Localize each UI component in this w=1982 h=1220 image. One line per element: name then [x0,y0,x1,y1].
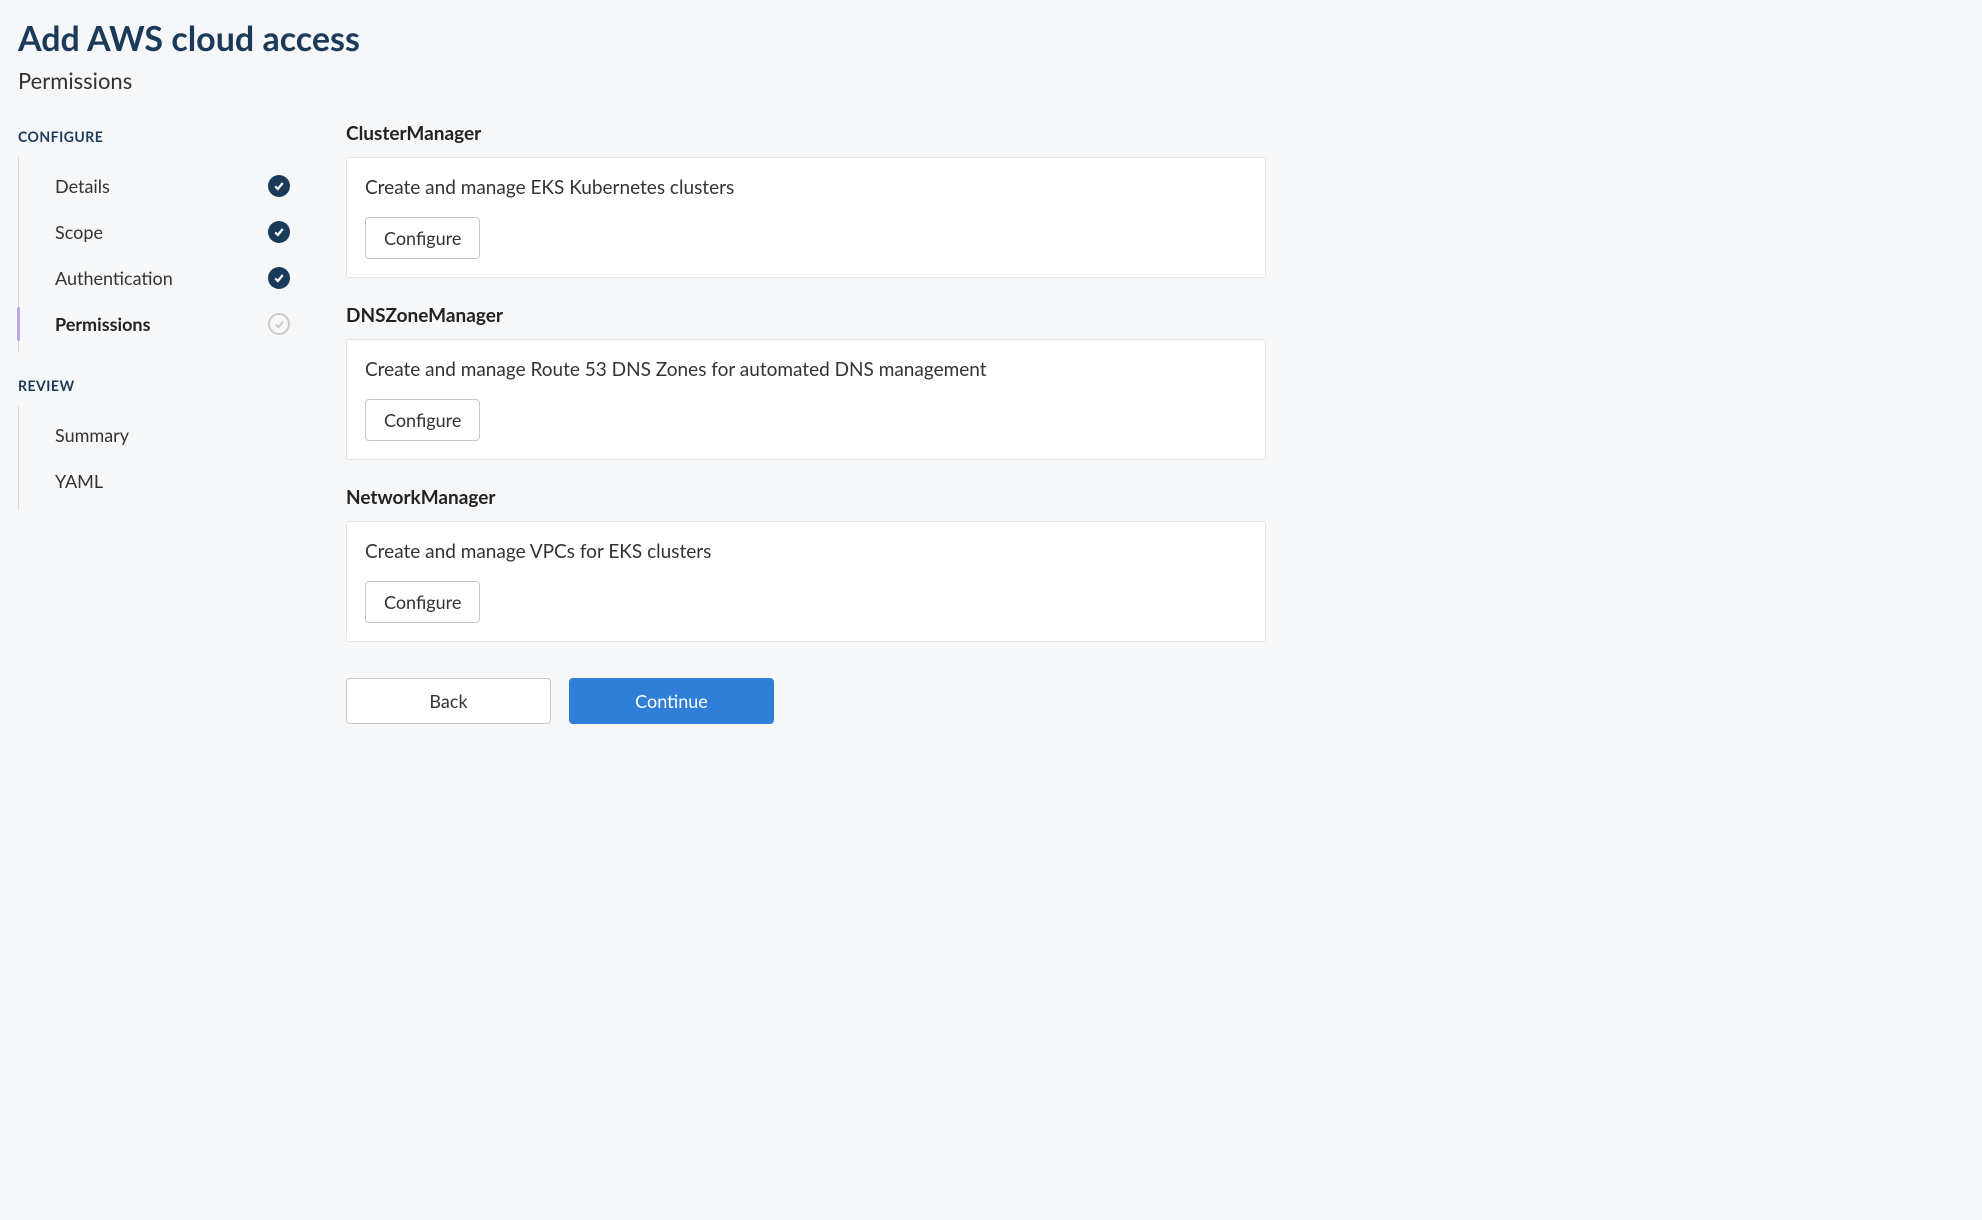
nav-group-review: Summary YAML [18,406,298,510]
continue-button[interactable]: Continue [569,678,774,724]
permission-clustermanager: ClusterManager Create and manage EKS Kub… [346,122,1266,278]
permission-networkmanager: NetworkManager Create and manage VPCs fo… [346,486,1266,642]
nav-group-configure: Details Scope Authentication Permissions [18,157,298,353]
permission-description: Create and manage Route 53 DNS Zones for… [365,358,1247,381]
nav-item-label: YAML [55,470,103,492]
nav-item-summary[interactable]: Summary [19,412,298,458]
permission-title: DNSZoneManager [346,304,1266,327]
configure-button[interactable]: Configure [365,217,480,259]
wizard-footer: Back Continue [346,678,1266,724]
permission-card: Create and manage VPCs for EKS clusters … [346,521,1266,642]
configure-button[interactable]: Configure [365,399,480,441]
nav-item-scope[interactable]: Scope [19,209,298,255]
nav-item-label: Summary [55,424,129,446]
check-icon [268,221,290,243]
sidebar-section-review: REVIEW [18,377,298,394]
back-button[interactable]: Back [346,678,551,724]
nav-item-label: Permissions [55,313,151,335]
permission-card: Create and manage Route 53 DNS Zones for… [346,339,1266,460]
permission-title: ClusterManager [346,122,1266,145]
check-outline-icon [268,313,290,335]
nav-item-label: Authentication [55,267,173,289]
sidebar-section-configure: CONFIGURE [18,128,298,145]
wizard-sidebar: CONFIGURE Details Scope Authentication [18,122,298,724]
permission-description: Create and manage EKS Kubernetes cluster… [365,176,1247,199]
nav-item-label: Details [55,175,110,197]
permission-description: Create and manage VPCs for EKS clusters [365,540,1247,563]
nav-item-details[interactable]: Details [19,163,298,209]
page-subtitle: Permissions [18,67,1964,94]
page-title: Add AWS cloud access [18,18,1964,59]
nav-item-authentication[interactable]: Authentication [19,255,298,301]
main-content: ClusterManager Create and manage EKS Kub… [346,122,1266,724]
check-icon [268,267,290,289]
nav-item-label: Scope [55,221,103,243]
check-icon [268,175,290,197]
permission-title: NetworkManager [346,486,1266,509]
nav-item-yaml[interactable]: YAML [19,458,298,504]
permission-dnszonemanager: DNSZoneManager Create and manage Route 5… [346,304,1266,460]
nav-item-permissions[interactable]: Permissions [19,301,298,347]
configure-button[interactable]: Configure [365,581,480,623]
permission-card: Create and manage EKS Kubernetes cluster… [346,157,1266,278]
